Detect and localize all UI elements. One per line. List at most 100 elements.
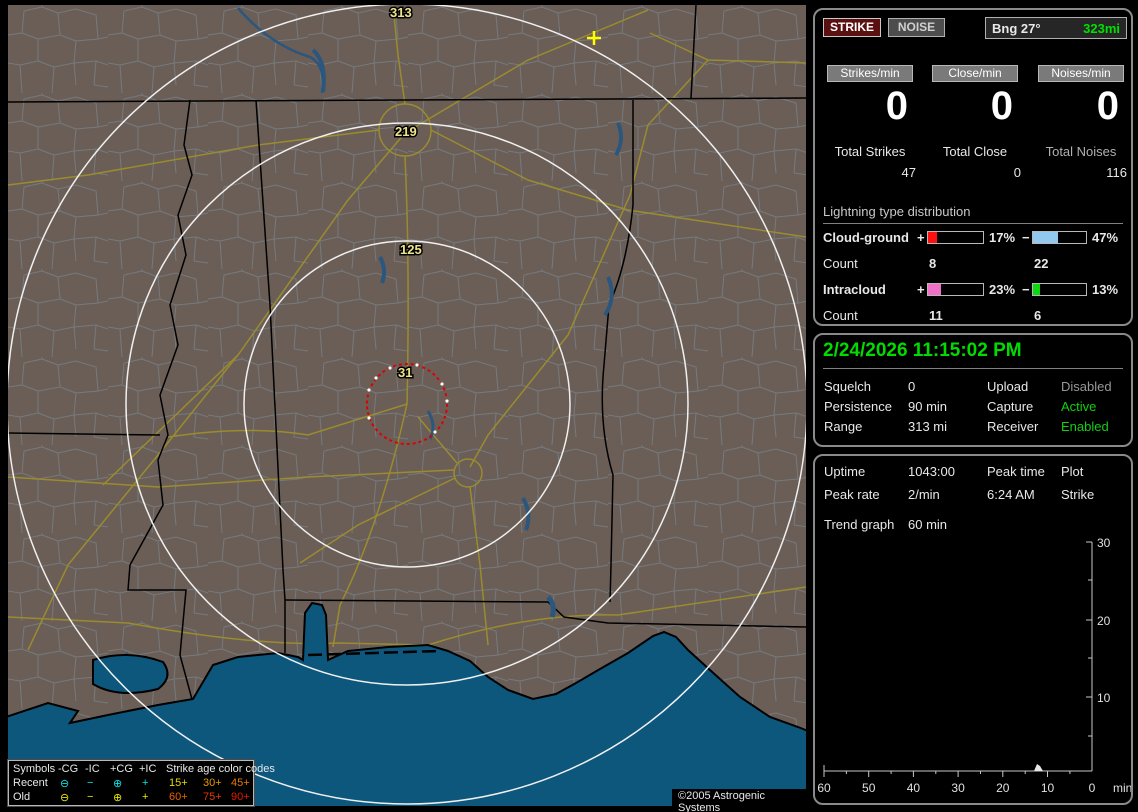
cg-positive-bar [927,231,984,244]
legend-header-row: Symbols -CG -IC +CG +IC Strike age color… [9,763,275,777]
legend-col-pos-ic: +IC [139,763,157,775]
x-tick-0: 0 [1089,781,1096,795]
ring-label-125: 125 [400,242,422,257]
total-strikes-value: 47 [901,165,916,180]
copyright-bar: ©2005 Astrogenic Systems [672,789,806,812]
minus-sign: − [1022,282,1030,297]
lake-pontchartrain [92,653,169,694]
age-75-label: 75+ [203,791,222,803]
close-rate-value: 0 [990,84,1013,128]
old-neg-ic-icon: − [87,791,94,803]
noise-mode-button[interactable]: NOISE [888,18,945,37]
legend-title: Symbols [13,763,56,775]
noises-rate-value: 0 [1096,84,1119,128]
datetime-display: 2/24/2026 11:15:02 PM [823,340,1123,369]
age-30-label: 30+ [203,777,222,789]
squelch-value: 0 [908,379,916,394]
x-tick-40: 40 [907,781,921,795]
map-legend: Symbols -CG -IC +CG +IC Strike age color… [7,759,275,807]
intracloud-count-row: Count 11 6 [815,308,1131,325]
bearing-display: Bng 27° 323mi [985,17,1127,39]
minus-sign: − [1022,230,1030,245]
strike-mode-button[interactable]: STRIKE [823,18,881,37]
recent-pos-ic-icon: + [142,777,149,789]
cg-negative-count: 22 [1034,256,1049,271]
count-label: Count [823,308,858,323]
peak-time-value: 6:24 AM [987,487,1035,502]
total-noises-label: Total Noises [1045,144,1117,159]
status-row-range: Range 313 mi Receiver Enabled [815,419,1131,439]
intracloud-row: Intracloud + 23% − 13% [815,282,1131,299]
trend-y-labels: 30 20 10 [1097,536,1111,705]
peak-rate-row: Peak rate 2/min 6:24 AM Strike [815,487,1131,507]
plus-sign: + [917,282,925,297]
old-pos-cg-icon: ⊕ [113,792,123,804]
strikes-rate-value: 0 [885,84,908,128]
status-row-squelch: Squelch 0 Upload Disabled [815,379,1131,399]
intracloud-label: Intracloud [823,282,886,297]
bearing-distance: 323mi [1083,20,1120,36]
close-per-min-button[interactable]: Close/min [932,65,1018,82]
strikes-counter-column: Strikes/min 0 Total Strikes 47 [820,65,920,180]
cg-negative-pct: 47% [1092,230,1119,245]
y-tick-20: 20 [1097,614,1111,628]
y-tick-10: 10 [1097,691,1111,705]
count-label: Count [823,256,858,271]
noises-counter-column: Noises/min 0 Total Noises 116 [1031,65,1131,180]
trend-x-labels: 60 50 40 30 20 10 0 min [817,781,1131,795]
legend-age-title: Strike age color codes [166,763,275,775]
cloud-ground-row: Cloud-ground + 17% − 47% [815,230,1131,247]
persistence-label: Persistence [824,399,892,414]
ic-positive-bar [927,283,984,296]
upload-label: Upload [987,379,1029,394]
total-close-value: 0 [1013,165,1021,180]
noises-per-min-button[interactable]: Noises/min [1038,65,1124,82]
x-axis-unit: min [1113,781,1131,795]
ic-negative-pct: 13% [1092,282,1119,297]
status-row-persistence: Persistence 90 min Capture Active [815,399,1131,419]
trend-spike [1034,764,1043,771]
trend-panel: Uptime 1043:00 Peak time Plot Peak rate … [813,454,1133,805]
cg-positive-count: 8 [929,256,937,271]
x-tick-30: 30 [951,781,965,795]
peak-time-label: Peak time [987,464,1045,479]
status-panel: 2/24/2026 11:15:02 PM Squelch 0 Upload D… [813,333,1133,447]
ic-positive-pct: 23% [989,282,1016,297]
legend-old-row: Old ⊖ − ⊕ + 60+ 75+ 90+ [9,791,253,805]
ic-negative-count: 6 [1034,308,1042,323]
total-noises-value: 116 [1106,165,1127,180]
upload-status: Disabled [1061,379,1112,394]
ic-positive-count: 11 [929,308,943,323]
uptime-row: Uptime 1043:00 Peak time Plot [815,464,1131,484]
cloud-ground-label: Cloud-ground [823,230,909,245]
map-canvas[interactable]: 313 219 125 31 Symbols -CG -IC +CG +IC S… [7,5,806,812]
range-value: 313 mi [908,419,948,434]
application-window: 313 219 125 31 Symbols -CG -IC +CG +IC S… [0,0,1138,812]
recent-neg-ic-icon: − [87,777,94,789]
legend-old-label: Old [13,791,31,803]
ring-label-31: 31 [398,365,412,380]
receiver-status: Enabled [1061,419,1109,434]
recent-neg-cg-icon: ⊖ [60,778,70,790]
total-close-label: Total Close [942,144,1008,159]
total-strikes-label: Total Strikes [834,144,906,159]
distribution-header: Lightning type distribution [823,204,1123,224]
recent-pos-cg-icon: ⊕ [113,778,123,790]
x-tick-50: 50 [862,781,876,795]
plot-mode-value: Strike [1061,487,1095,502]
plus-sign: + [917,230,925,245]
strikes-per-min-button[interactable]: Strikes/min [827,65,913,82]
trend-graph-window: 60 min [908,517,948,532]
receiver-label: Receiver [987,419,1039,434]
y-tick-30: 30 [1097,536,1111,550]
trend-graph-label: Trend graph [824,517,895,532]
x-tick-60: 60 [817,781,831,795]
peak-rate-value: 2/min [908,487,940,502]
plot-label: Plot [1061,464,1084,479]
map-graphic: 313 219 125 31 [8,5,806,806]
age-90-label: 90+ [231,791,250,803]
persistence-value: 90 min [908,399,948,414]
squelch-label: Squelch [824,379,871,394]
capture-label: Capture [987,399,1034,414]
range-label: Range [824,419,863,434]
